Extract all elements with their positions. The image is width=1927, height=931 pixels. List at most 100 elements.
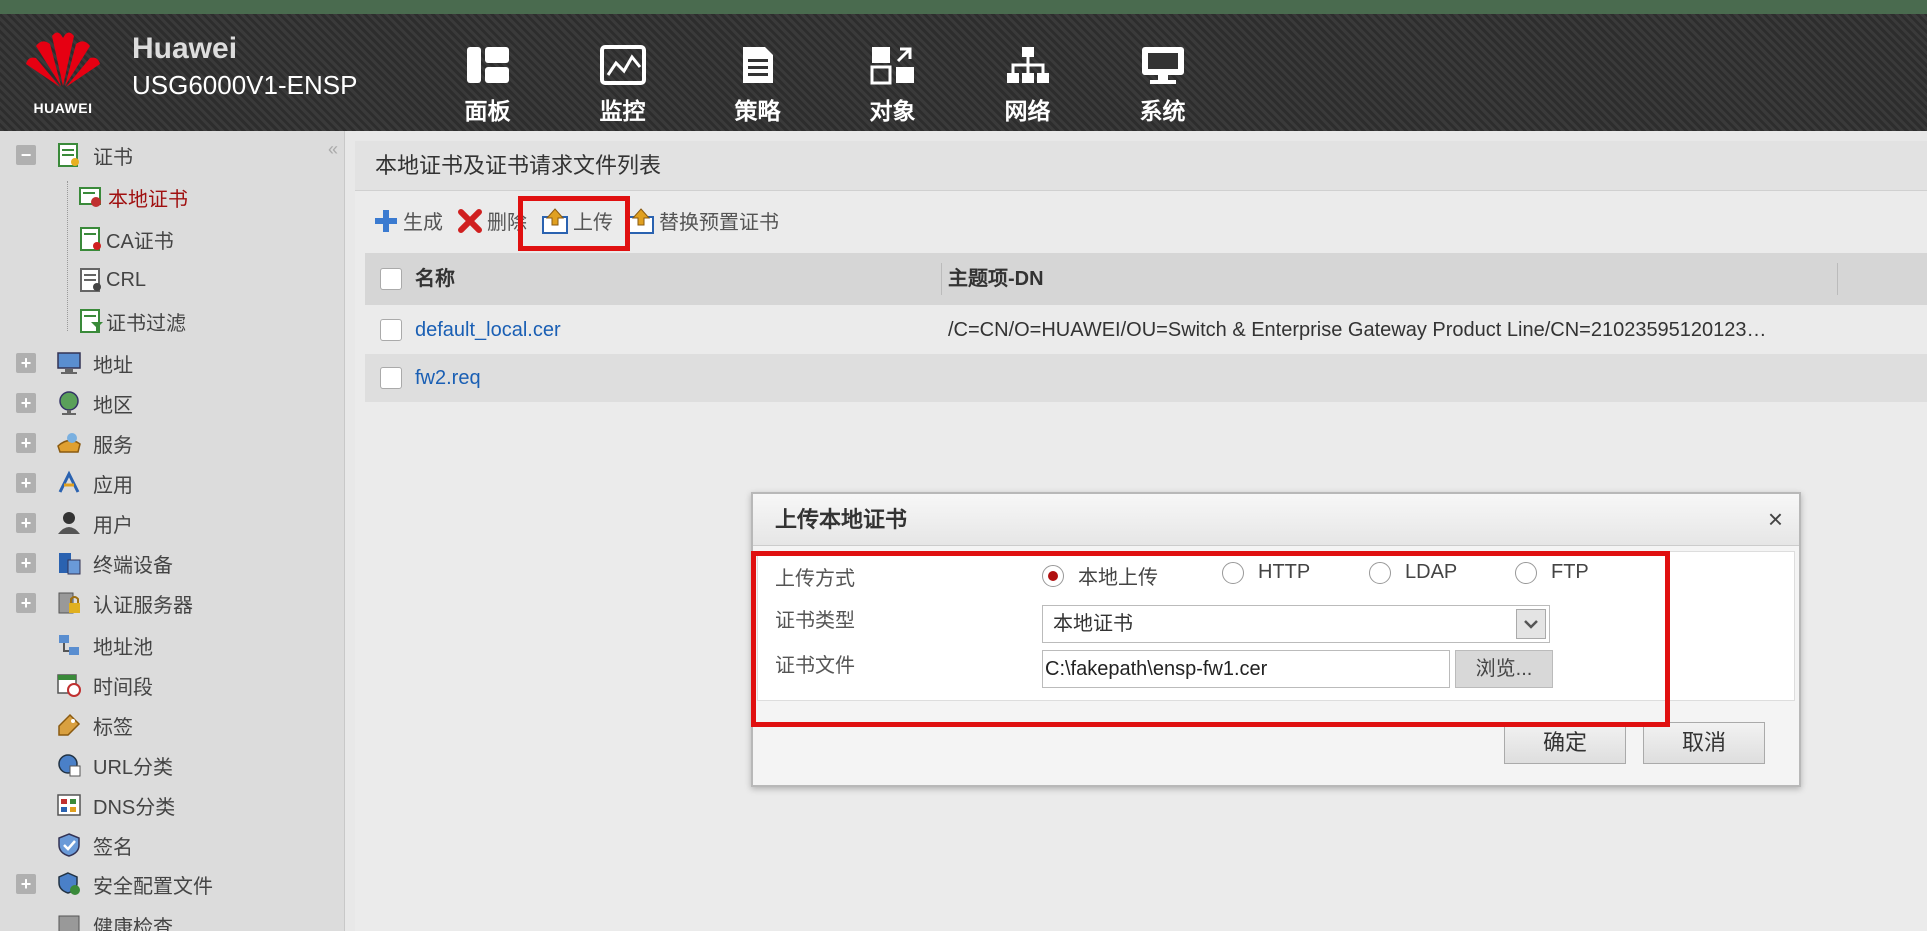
expand-icon[interactable]: + [16, 433, 36, 453]
column-divider[interactable] [941, 263, 942, 295]
nav-label: 网络 [1004, 98, 1051, 124]
expand-icon[interactable]: + [16, 393, 36, 413]
window-top-strip [0, 0, 1927, 14]
object-icon [870, 47, 914, 85]
collapse-icon[interactable]: − [16, 145, 36, 165]
tree-label: 地址池 [93, 636, 153, 659]
tree-item-certificate-filter[interactable]: 证书过滤 [0, 303, 340, 339]
cert-type-value: 本地证书 [1053, 613, 1133, 635]
tree-item-certificate[interactable]: − 证书 [0, 137, 340, 173]
expand-icon[interactable]: + [16, 353, 36, 373]
tree-item-user[interactable]: + 用户 [0, 505, 340, 541]
nav-system[interactable]: 系统 [1095, 42, 1230, 126]
tree-item-terminal-device[interactable]: + 终端设备 [0, 545, 340, 581]
radio-ftp[interactable]: FTP [1515, 561, 1589, 584]
tree-item-auth-server[interactable]: + 认证服务器 [0, 585, 340, 621]
replace-preset-certificate-button[interactable]: 替换预置证书 [627, 206, 779, 235]
ok-button[interactable]: 确定 [1504, 722, 1626, 764]
tree-label: 时间段 [93, 676, 153, 699]
address-icon [57, 352, 81, 374]
tree-item-application[interactable]: + 应用 [0, 465, 340, 501]
expand-icon[interactable]: + [16, 874, 36, 894]
tree-item-dns-category[interactable]: DNS分类 [0, 787, 340, 823]
monitor-icon [599, 45, 646, 85]
tree-item-service[interactable]: + 服务 [0, 425, 340, 461]
column-header-dn[interactable]: 主题项-DN [948, 255, 1044, 303]
tree-label: 地区 [93, 394, 133, 417]
browse-button[interactable]: 浏览... [1455, 650, 1553, 688]
replace-upload-icon [628, 207, 654, 234]
cert-file-input[interactable]: C:\fakepath\ensp-fw1.cer [1042, 650, 1450, 688]
row-name-link[interactable]: fw2.req [415, 354, 481, 402]
replace-label: 替换预置证书 [659, 212, 779, 234]
tree-item-address[interactable]: + 地址 [0, 345, 340, 381]
expand-icon[interactable]: + [16, 593, 36, 613]
radio-icon [1515, 561, 1537, 584]
health-check-icon [58, 915, 80, 931]
tree-item-tag[interactable]: 标签 [0, 707, 340, 743]
tree-label: 应用 [93, 474, 133, 497]
tree-label: CA证书 [106, 230, 174, 253]
tree-item-address-pool[interactable]: 地址池 [0, 627, 340, 663]
tree-item-url-category[interactable]: URL分类 [0, 747, 340, 783]
nav-object[interactable]: 对象 [825, 42, 960, 126]
terminal-device-icon [59, 553, 81, 575]
expand-icon[interactable]: + [16, 513, 36, 533]
nav-label: 策略 [734, 98, 781, 124]
row-checkbox[interactable] [380, 367, 402, 389]
tree-label: 地址 [93, 354, 133, 377]
panel-title: 本地证书及证书请求文件列表 [355, 141, 1927, 191]
user-icon [58, 512, 80, 534]
chevron-down-icon[interactable] [1516, 609, 1546, 639]
tree-item-time-range[interactable]: 时间段 [0, 667, 340, 703]
row-name-link[interactable]: default_local.cer [415, 306, 561, 354]
generate-label: 生成 [403, 212, 443, 234]
radio-local-upload[interactable]: 本地上传 [1042, 561, 1158, 590]
column-divider[interactable] [1837, 263, 1838, 295]
dialog-form: 上传方式 本地上传 HTTP LDAP FTP 证书类型 本地证书 证书文件 C… [757, 551, 1795, 701]
nav-policy[interactable]: 策略 [690, 42, 825, 126]
tree-label: 认证服务器 [93, 594, 193, 617]
column-header-name[interactable]: 名称 [415, 255, 455, 303]
radio-http[interactable]: HTTP [1222, 561, 1310, 584]
delete-button[interactable]: 删除 [457, 206, 527, 235]
generate-button[interactable]: 生成 [373, 206, 443, 235]
cert-type-select[interactable]: 本地证书 [1042, 605, 1550, 643]
tree-label: 健康检查 [93, 916, 173, 931]
nav-dashboard[interactable]: 面板 [420, 42, 555, 126]
plus-icon [375, 209, 397, 232]
nav-monitor[interactable]: 监控 [555, 42, 690, 126]
nav-network[interactable]: 网络 [960, 42, 1095, 126]
tree-item-crl[interactable]: CRL [0, 262, 340, 298]
huawei-logo-icon [26, 32, 100, 87]
radio-ldap[interactable]: LDAP [1369, 561, 1457, 584]
cancel-button[interactable]: 取消 [1643, 722, 1765, 764]
dialog-title: 上传本地证书 [753, 494, 1799, 546]
table-row[interactable]: default_local.cer /C=CN/O=HUAWEI/OU=Swit… [365, 306, 1927, 354]
expand-icon[interactable]: + [16, 553, 36, 573]
application-icon [58, 470, 80, 493]
calendar-clock-icon [57, 674, 81, 697]
tree-item-ca-certificate[interactable]: CA证书 [0, 221, 340, 257]
system-icon [1141, 47, 1184, 84]
tree-label: 标签 [93, 716, 133, 739]
table-header: 名称 主题项-DN [365, 253, 1927, 305]
row-checkbox[interactable] [380, 319, 402, 341]
tree-label: 终端设备 [93, 554, 173, 577]
close-icon[interactable]: × [1768, 506, 1783, 532]
globe-icon [59, 391, 79, 415]
tree-item-region[interactable]: + 地区 [0, 385, 340, 421]
upload-button[interactable]: 上传 [541, 206, 613, 235]
tree-item-health-check[interactable]: 健康检查 [0, 907, 340, 931]
select-all-checkbox[interactable] [380, 268, 402, 290]
tree-item-local-certificate[interactable]: 本地证书 [0, 179, 340, 215]
tree-label: URL分类 [93, 756, 174, 779]
policy-icon [742, 47, 773, 83]
delete-x-icon [458, 208, 482, 233]
tree-item-signature[interactable]: 签名 [0, 827, 340, 863]
table-row[interactable]: fw2.req [365, 354, 1927, 402]
dashboard-icon [466, 47, 509, 83]
expand-icon[interactable]: + [16, 473, 36, 493]
radio-icon [1222, 561, 1244, 584]
tree-item-security-profile[interactable]: + 安全配置文件 [0, 866, 340, 902]
